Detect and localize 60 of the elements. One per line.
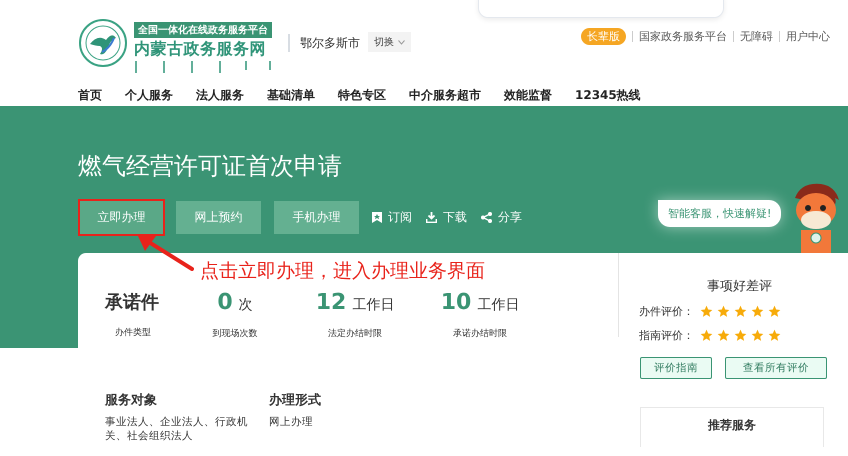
star-icon[interactable] (717, 305, 730, 318)
evaluation-title: 事项好差评 (706, 278, 773, 295)
nav-item[interactable]: 特色专区 (338, 87, 386, 104)
stat-unit: 工作日 (352, 296, 394, 314)
share-link[interactable]: 分享 (481, 209, 522, 226)
share-icon (481, 212, 492, 223)
info-heading: 服务对象 (105, 392, 158, 409)
annotation-arrow (137, 234, 194, 271)
nav-item[interactable]: 首页 (78, 87, 102, 104)
switch-region-button[interactable]: 切换 (368, 32, 411, 52)
star-rating[interactable] (700, 329, 781, 342)
star-icon[interactable] (700, 305, 713, 318)
stat-unit: 工作日 (477, 296, 520, 314)
info-text: 事业法人、企业法人、行政机关、社会组织法人 (105, 415, 249, 443)
info-text: 网上办理 (269, 415, 314, 429)
nav-item[interactable]: 12345热线 (575, 87, 641, 104)
stat-label: 办件类型 (115, 326, 151, 339)
site-name: 内蒙古政务服务网 (134, 39, 267, 60)
stat-value: 承诺件 (105, 291, 159, 314)
nav-item[interactable]: 中介服务超市 (409, 87, 481, 104)
page-title: 燃气经营许可证首次申请 (77, 151, 343, 182)
bookmark-icon (372, 212, 382, 223)
download-icon (426, 212, 437, 223)
info-heading: 办理形式 (269, 392, 322, 409)
star-icon[interactable] (751, 305, 764, 318)
star-icon[interactable] (768, 305, 781, 318)
star-icon[interactable] (751, 329, 764, 342)
nav-item[interactable]: 法人服务 (196, 87, 244, 104)
top-link[interactable]: 无障碍 (740, 29, 773, 44)
bookmark-link[interactable]: 订阅 (372, 209, 412, 226)
nav-item[interactable]: 效能监督 (504, 87, 552, 104)
stat-value: 0 (217, 290, 233, 315)
stat-unit: 次 (238, 296, 253, 314)
stat-value: 10 (440, 290, 472, 315)
star-rating[interactable] (700, 305, 781, 318)
rating-label: 办件评价： (639, 304, 694, 319)
stat-label: 到现场次数 (212, 328, 258, 340)
download-link[interactable]: 下载 (426, 209, 467, 226)
star-icon[interactable] (717, 329, 730, 342)
platform-slogan: 全国一体化在线政务服务平台 (134, 22, 272, 38)
stat-value: 12 (316, 290, 346, 315)
star-icon[interactable] (734, 305, 747, 318)
top-link[interactable]: 用户中心 (786, 29, 830, 44)
region-name: 鄂尔多斯市 (300, 35, 360, 52)
stat-label: 承诺办结时限 (453, 328, 507, 340)
stat-label: 法定办结时限 (328, 328, 382, 340)
recommended-title: 推荐服务 (708, 418, 756, 432)
emblem-logo-drawing (78, 18, 128, 68)
rating-label: 指南评价： (639, 328, 694, 343)
annotation-text: 点击立即办理，进入办理业务界面 (200, 259, 485, 284)
top-link[interactable]: 国家政务服务平台 (639, 29, 727, 44)
star-icon[interactable] (734, 329, 747, 342)
chat-bubble[interactable]: 智能客服，快速解疑! (658, 200, 782, 227)
star-icon[interactable] (700, 329, 713, 342)
nav-item[interactable]: 基础清单 (267, 87, 315, 104)
star-icon[interactable] (768, 329, 781, 342)
evaluation-button[interactable]: 查看所有评价 (725, 357, 827, 379)
caret-icon (398, 40, 405, 44)
nav-item[interactable]: 个人服务 (125, 87, 173, 104)
evaluation-button[interactable]: 评价指南 (640, 357, 712, 379)
